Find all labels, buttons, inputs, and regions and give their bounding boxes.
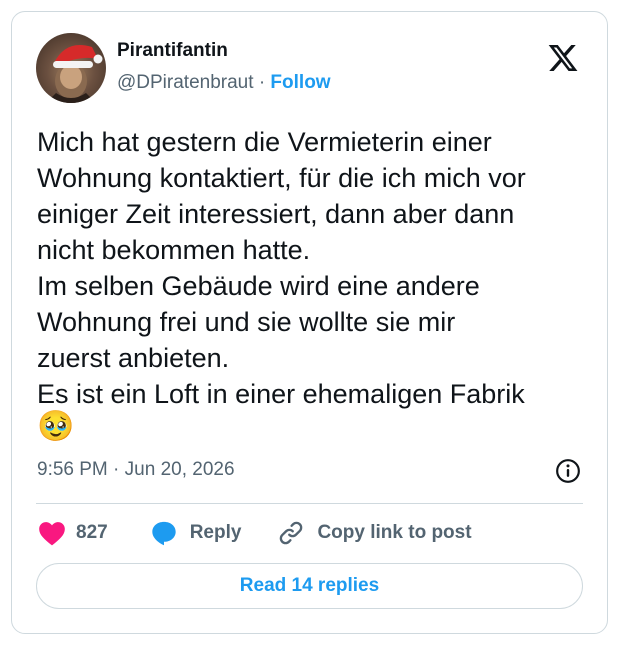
timestamp-separator: · [113, 459, 120, 480]
divider [36, 503, 583, 504]
santa-hat-avatar-icon [46, 45, 103, 103]
post-timestamp[interactable]: 9:56 PM · Jun 20, 2026 [37, 459, 235, 481]
speech-bubble-icon [152, 521, 176, 546]
author-handle[interactable]: @DPiratenbraut [117, 72, 254, 93]
copy-link-label: Copy link to post [317, 522, 472, 543]
action-bar: 827 Reply Copy link to post [38, 518, 472, 548]
post-card: Pirantifantin @DPiratenbraut · Follow Mi… [11, 11, 608, 634]
info-icon[interactable] [555, 458, 581, 484]
author-handle-row: @DPiratenbraut · Follow [117, 72, 331, 94]
heart-icon [39, 522, 65, 546]
author-name[interactable]: Pirantifantin [117, 40, 228, 62]
copy-link-button[interactable]: Copy link to post [277, 519, 472, 547]
avatar[interactable] [36, 33, 106, 103]
handle-separator: · [258, 72, 266, 93]
reply-button[interactable]: Reply [150, 519, 242, 547]
reply-label: Reply [189, 522, 242, 543]
like-button[interactable]: 827 [38, 520, 108, 546]
follow-button[interactable]: Follow [270, 72, 330, 93]
pleading-face-emoji: 🥹 [37, 410, 75, 443]
read-replies-button[interactable]: Read 14 replies [36, 563, 583, 609]
post-time: 9:56 PM [37, 459, 108, 480]
x-logo-icon[interactable] [547, 42, 579, 74]
like-count: 827 [76, 522, 108, 543]
post-text: Mich hat gestern die Vermieterin einer W… [37, 127, 526, 409]
post-date: Jun 20, 2026 [124, 459, 235, 480]
link-icon [280, 521, 303, 545]
